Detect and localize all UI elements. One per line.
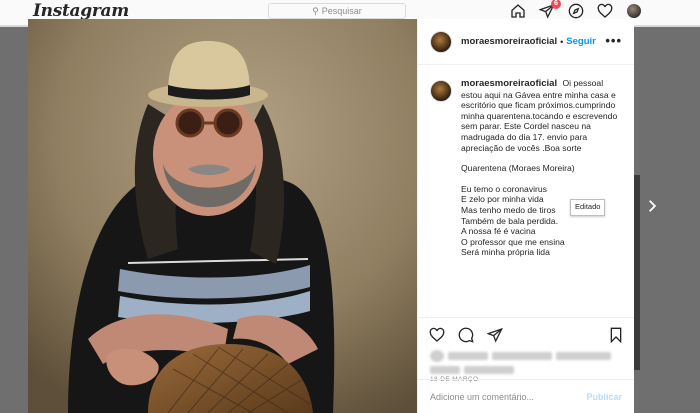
username-link[interactable]: moraesmoreiraoficial [461, 36, 557, 47]
poem: Eu temo o coronavirus E zelo por minha v… [461, 184, 624, 258]
likes-info-blurred [430, 350, 622, 378]
avatar[interactable] [430, 80, 452, 102]
separator-dot: • [560, 36, 564, 47]
caption-username[interactable]: moraesmoreiraoficial [461, 78, 557, 89]
avatar [626, 3, 641, 18]
next-post-arrow-icon[interactable] [643, 197, 661, 215]
like-heart-icon[interactable] [428, 326, 445, 343]
comment-input[interactable] [430, 391, 587, 402]
poem-line: Eu temo o coronavirus [461, 183, 547, 194]
poem-line: A nossa fé é vacina [461, 226, 536, 237]
post-modal: moraesmoreiraoficial • Seguir ••• moraes… [28, 19, 634, 413]
post-photo[interactable] [28, 19, 417, 413]
avatar[interactable] [430, 30, 452, 53]
search-placeholder: Pesquisar [321, 6, 362, 16]
nav-icons: 6 [509, 0, 642, 19]
profile-avatar[interactable] [625, 2, 642, 19]
home-icon[interactable] [509, 2, 526, 19]
comment-bar: Publicar [418, 379, 634, 413]
bookmark-icon[interactable] [607, 326, 624, 343]
comment-icon[interactable] [457, 326, 474, 343]
publish-button[interactable]: Publicar [586, 392, 622, 402]
more-options-icon[interactable]: ••• [605, 33, 622, 48]
caption-intro: Oi pessoal estou aqui na Gávea entre min… [461, 78, 618, 153]
direct-icon[interactable]: 6 [538, 0, 561, 19]
background-post-tile [634, 175, 640, 370]
caption-text: moraesmoreiraoficial Oi pessoal estou aq… [461, 78, 624, 258]
instagram-logo[interactable]: Instagram [33, 1, 129, 21]
search-icon: ⚲ [312, 5, 319, 16]
post-header: moraesmoreiraoficial • Seguir ••• [418, 19, 634, 65]
poem-line: Também de bala perdida. [461, 215, 558, 226]
explore-icon[interactable] [567, 2, 584, 19]
heart-icon[interactable] [596, 2, 613, 19]
search-box[interactable]: ⚲ Pesquisar [268, 3, 406, 19]
notification-badge: 6 [551, 0, 561, 9]
follow-button[interactable]: Seguir [566, 36, 596, 47]
poem-line: Será minha própria lida [461, 247, 550, 258]
caption-area[interactable]: moraesmoreiraoficial Oi pessoal estou aq… [430, 74, 624, 310]
portrait-image [28, 19, 417, 413]
edited-tooltip: Editado [570, 199, 606, 216]
action-bar [418, 317, 634, 351]
poem-line: O professor que me ensina [461, 236, 565, 247]
post-sidebar: moraesmoreiraoficial • Seguir ••• moraes… [417, 19, 634, 413]
share-icon[interactable] [486, 326, 503, 343]
caption-title: Quarentena (Moraes Moreira) [461, 163, 575, 174]
